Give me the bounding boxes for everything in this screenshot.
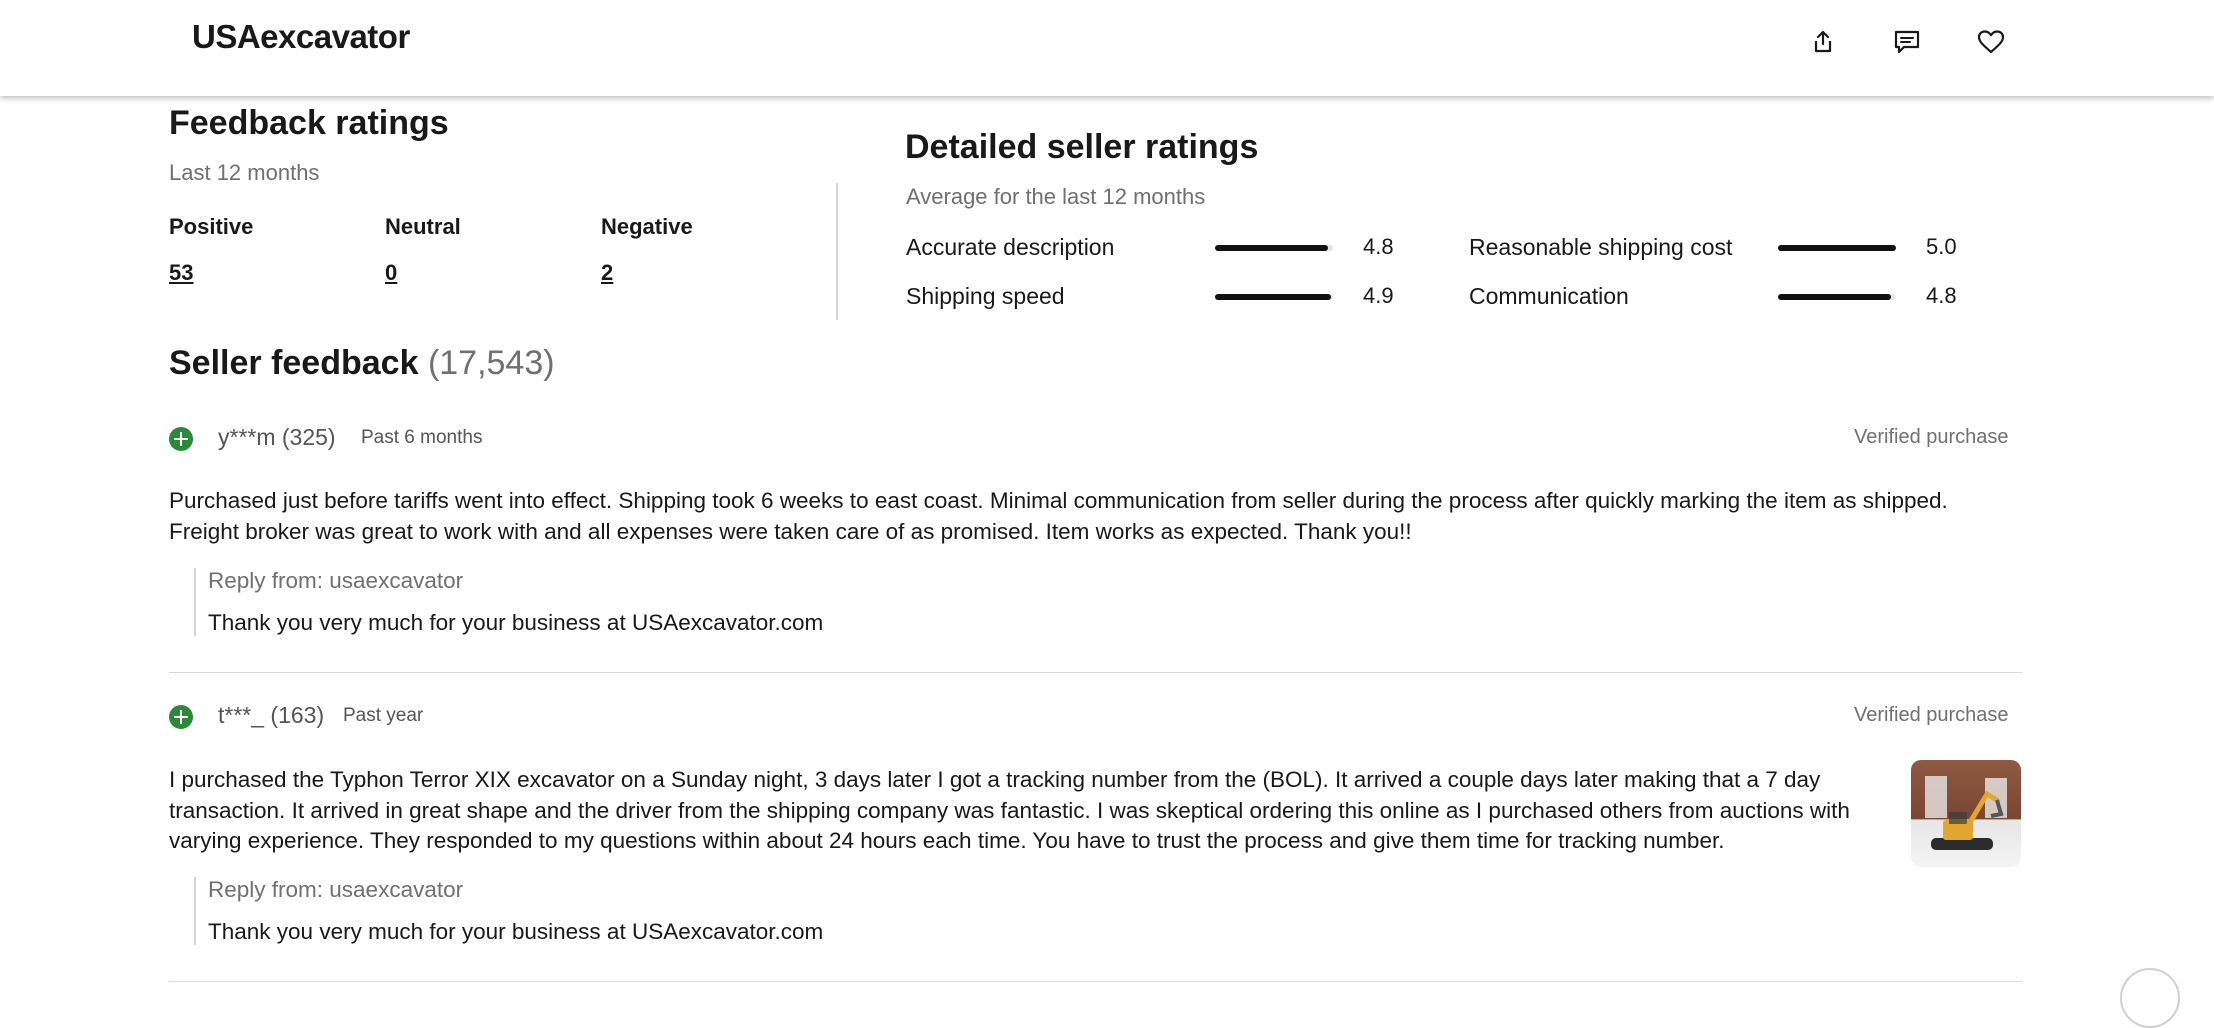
- rating-bar-shipping-speed: [1215, 294, 1333, 300]
- feedback-time: Past 6 months: [361, 427, 483, 448]
- top-header: USAexcavator: [0, 0, 2214, 96]
- negative-label: Negative: [601, 214, 693, 239]
- feedback-comment-line: varying experience. They responded to my…: [169, 828, 1725, 853]
- neutral-count-link[interactable]: 0: [385, 260, 397, 286]
- feedback-comment-line: transaction. It arrived in great shape a…: [169, 797, 1850, 823]
- reply-label: Reply from: usaexcavator: [208, 568, 464, 593]
- feedback-comment-line: I purchased the Typhon Terror XIX excava…: [169, 767, 1821, 792]
- heart-icon[interactable]: [1971, 22, 2011, 62]
- verified-purchase-badge: Verified purchase: [1854, 704, 2009, 726]
- seller-feedback-count: (17,543): [427, 344, 555, 382]
- feedback-divider: [169, 672, 2022, 673]
- seller-reply: Reply from: usaexcavator Thank you very …: [194, 568, 823, 636]
- rating-value-communication: 4.8: [1926, 283, 1957, 308]
- section-divider: [836, 183, 838, 320]
- rating-bar-shipping-cost: [1778, 245, 1896, 251]
- reply-text: Thank you very much for your business at…: [208, 610, 824, 635]
- feedback-comment-line: Freight broker was great to work with an…: [169, 518, 1412, 544]
- rating-label-shipping-speed: Shipping speed: [906, 283, 1065, 309]
- rating-bar-accurate-description: [1215, 245, 1333, 251]
- positive-label: Positive: [169, 214, 254, 239]
- plus-circle-icon: [169, 705, 193, 729]
- neutral-label: Neutral: [385, 214, 461, 239]
- rating-value-shipping-cost: 5.0: [1926, 234, 1957, 259]
- feedback-divider: [169, 981, 2022, 982]
- share-icon[interactable]: [1803, 22, 1843, 62]
- rating-value-shipping-speed: 4.9: [1363, 283, 1394, 308]
- feedback-ratings-title: Feedback ratings: [169, 104, 449, 142]
- rating-label-communication: Communication: [1469, 283, 1629, 309]
- rating-bar-communication: [1778, 294, 1896, 300]
- seller-reply: Reply from: usaexcavator Thank you very …: [194, 877, 823, 945]
- plus-circle-icon: [169, 427, 193, 451]
- feedback-comment: Purchased just before tariffs went into …: [169, 486, 1948, 547]
- feedback-user: t***_ (163): [218, 702, 325, 728]
- negative-count-link[interactable]: 2: [601, 260, 613, 286]
- rating-label-accurate-description: Accurate description: [906, 234, 1115, 260]
- store-brand[interactable]: USAexcavator: [192, 18, 410, 56]
- feedback-photo-thumbnail[interactable]: [1911, 760, 2021, 867]
- verified-purchase-badge: Verified purchase: [1854, 426, 2009, 448]
- reply-text: Thank you very much for your business at…: [208, 919, 824, 944]
- seller-feedback-title: Seller feedback (17,543): [169, 344, 555, 383]
- feedback-time: Past year: [343, 705, 424, 726]
- feedback-comment-line: Purchased just before tariffs went into …: [169, 488, 1948, 513]
- positive-count-link[interactable]: 53: [169, 260, 193, 286]
- negative-rating: Negative 2: [601, 214, 693, 286]
- detailed-ratings-title: Detailed seller ratings: [905, 128, 1259, 166]
- message-icon[interactable]: [1887, 22, 1927, 62]
- scroll-to-top-button[interactable]: [2120, 968, 2180, 1028]
- seller-feedback-heading: Seller feedback: [169, 344, 419, 382]
- neutral-rating: Neutral 0: [385, 214, 461, 286]
- feedback-comment: I purchased the Typhon Terror XIX excava…: [169, 765, 1850, 857]
- positive-rating: Positive 53: [169, 214, 253, 286]
- rating-label-shipping-cost: Reasonable shipping cost: [1469, 234, 1733, 260]
- rating-value-accurate-description: 4.8: [1363, 234, 1394, 259]
- reply-label: Reply from: usaexcavator: [208, 877, 464, 902]
- feedback-user: y***m (325): [218, 424, 336, 450]
- feedback-ratings-period: Last 12 months: [169, 160, 320, 185]
- detailed-ratings-subtitle: Average for the last 12 months: [906, 184, 1206, 209]
